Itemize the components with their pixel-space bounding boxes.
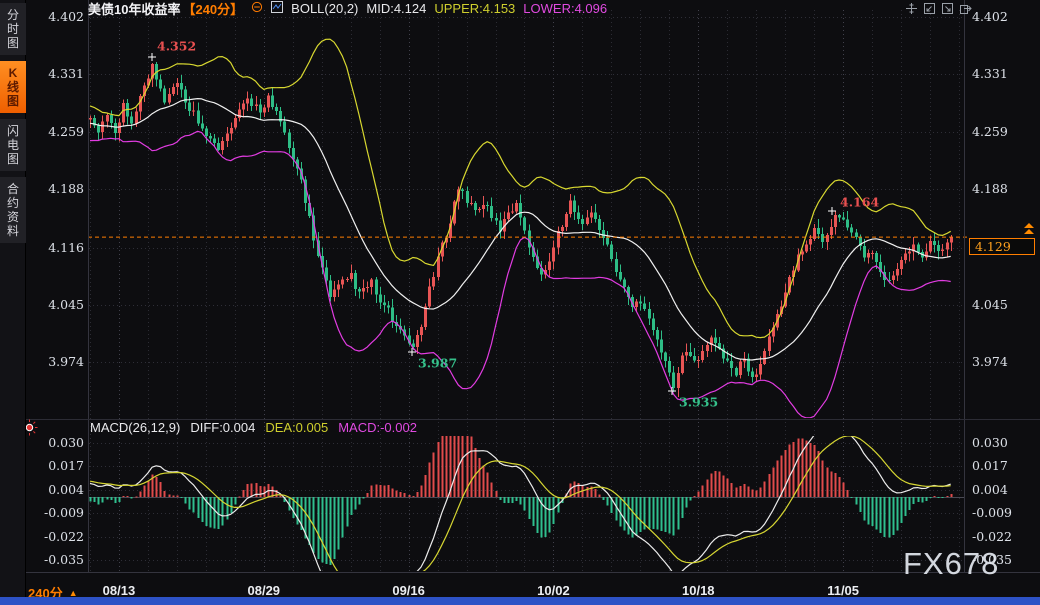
macd-axis-label: -0.022 (30, 529, 84, 544)
price-annotation: 3.935 (679, 395, 718, 410)
sidebar-tab-lightning[interactable]: 闪电图 (0, 119, 26, 171)
macd-diff-value: DIFF:0.004 (190, 420, 255, 435)
watermark: FX678 (903, 546, 999, 582)
date-label: 10/18 (682, 583, 715, 598)
sidebar: 分时图 K线图 闪电图 合约资料 (0, 0, 26, 605)
macd-axis-label-right: 0.017 (972, 458, 1008, 473)
chart-toolbar (905, 2, 972, 15)
y-axis-label-right: 4.402 (972, 9, 1008, 24)
chart-title: 美债10年收益率 (88, 0, 180, 18)
indicator-chart-icon[interactable] (271, 1, 283, 16)
last-price-tag: 4.129 (969, 238, 1035, 255)
period-selector-arrow-icon: ▲ (69, 588, 78, 598)
date-label: 10/02 (537, 583, 570, 598)
macd-axis-label: -0.035 (30, 552, 84, 567)
y-axis-label-right: 4.331 (972, 66, 1008, 81)
remove-indicator-icon[interactable] (251, 1, 263, 16)
chart-header: 美债10年收益率【240分】 BOLL(20,2) MID:4.124 UPPE… (88, 0, 607, 16)
macd-value: MACD:-0.002 (338, 420, 417, 435)
bollinger-layer (90, 39, 951, 418)
scroll-to-latest-icon[interactable] (1024, 223, 1034, 235)
candlesticks-layer (89, 62, 953, 397)
pan-icon[interactable] (905, 2, 918, 15)
export-icon[interactable] (959, 2, 972, 15)
y-axis-label-right: 4.259 (972, 124, 1008, 139)
date-label: 09/16 (392, 583, 425, 598)
y-axis-label: 4.045 (38, 297, 84, 312)
y-axis-label: 4.259 (38, 124, 84, 139)
y-axis-label-right: 4.188 (972, 181, 1008, 196)
y-axis-label-right: 4.045 (972, 297, 1008, 312)
sidebar-tab-timeline[interactable]: 分时图 (0, 3, 26, 55)
price-annotation: 3.987 (418, 356, 457, 371)
chart-canvas[interactable] (0, 0, 1040, 605)
snapshot-left-icon[interactable] (923, 2, 936, 15)
boll-mid-value: MID:4.124 (366, 1, 426, 16)
macd-axis-label: -0.009 (30, 505, 84, 520)
macd-axis-label: 0.004 (30, 482, 84, 497)
period-badge: 【240分】 (182, 0, 243, 18)
boll-label: BOLL(20,2) (291, 1, 358, 16)
date-label: 08/29 (248, 583, 281, 598)
macd-axis-label-right: 0.030 (972, 435, 1008, 450)
y-axis-label: 4.188 (38, 181, 84, 196)
price-annotation: 4.352 (157, 39, 196, 54)
y-axis-label: 4.116 (38, 240, 84, 255)
date-label: 11/05 (827, 583, 859, 598)
y-axis-label: 4.331 (38, 66, 84, 81)
y-axis-label: 4.402 (38, 9, 84, 24)
sidebar-tab-kline[interactable]: K线图 (0, 61, 26, 113)
macd-label: MACD(26,12,9) (90, 420, 180, 435)
grid-layer (89, 10, 964, 571)
chart-app: 分时图 K线图 闪电图 合约资料 美债10年收益率【240分】 BOLL(20,… (0, 0, 1040, 605)
macd-axis-label-right: 0.004 (972, 482, 1008, 497)
sidebar-tab-contract-info[interactable]: 合约资料 (0, 177, 26, 243)
macd-header: MACD(26,12,9) DIFF:0.004 DEA:0.005 MACD:… (90, 420, 417, 435)
y-axis-label-right: 3.974 (972, 354, 1008, 369)
macd-axis-label-right: -0.009 (972, 505, 1012, 520)
macd-dea-value: DEA:0.005 (265, 420, 328, 435)
price-annotation: 4.164 (840, 195, 879, 210)
boll-lower-value: LOWER:4.096 (523, 1, 607, 16)
date-label: 08/13 (103, 583, 136, 598)
snapshot-right-icon[interactable] (941, 2, 954, 15)
macd-layer (88, 416, 964, 599)
macd-axis-label: 0.030 (30, 435, 84, 450)
macd-axis-label: 0.017 (30, 458, 84, 473)
y-axis-label: 3.974 (38, 354, 84, 369)
macd-axis-label-right: -0.022 (972, 529, 1012, 544)
boll-upper-value: UPPER:4.153 (434, 1, 515, 16)
horizontal-scrollbar[interactable] (0, 597, 1040, 605)
